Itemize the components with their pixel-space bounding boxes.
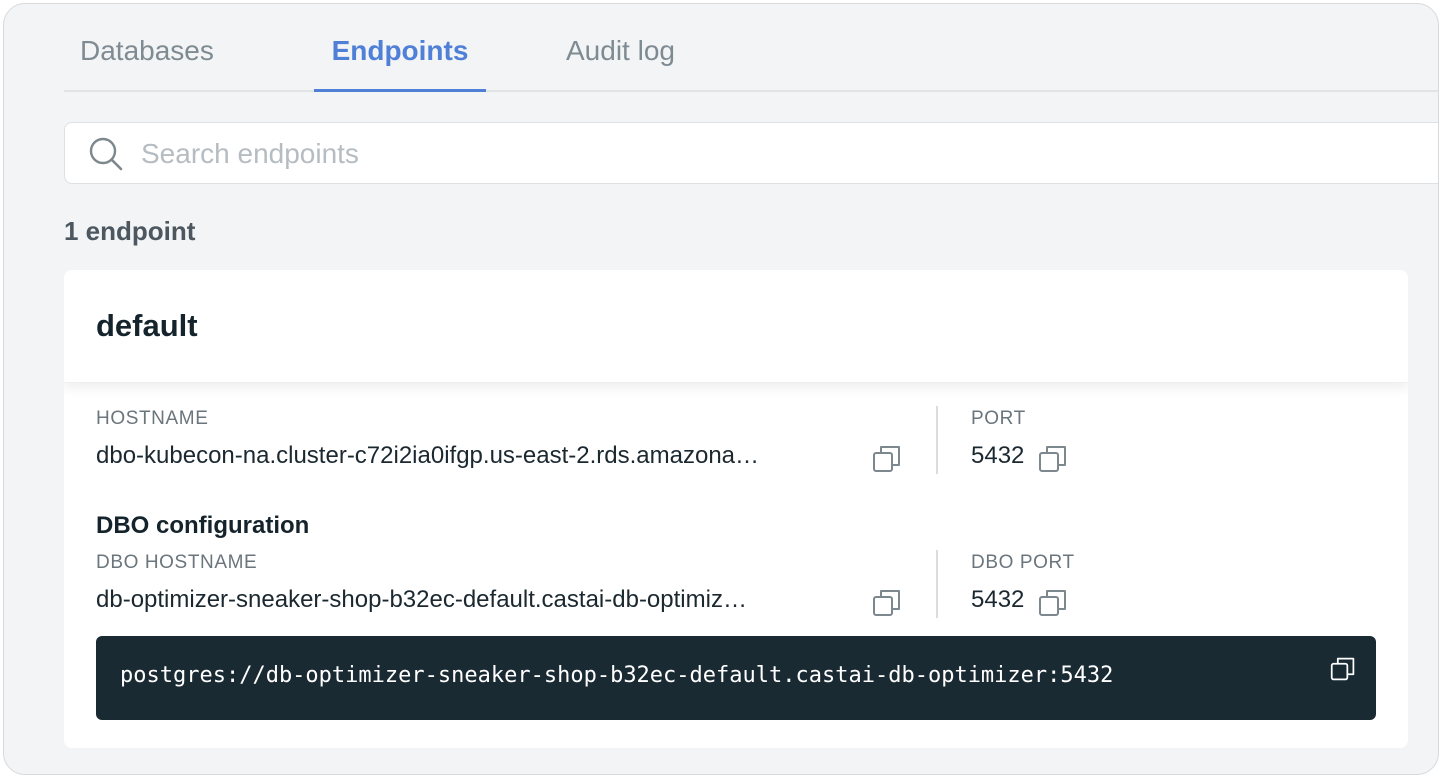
tab-endpoints[interactable]: Endpoints bbox=[314, 4, 486, 92]
dbo-hostname-label: DBO HOSTNAME bbox=[96, 552, 258, 573]
dbo-port-label: DBO PORT bbox=[971, 552, 1075, 573]
copy-icon[interactable] bbox=[1038, 588, 1068, 618]
tab-audit-log[interactable]: Audit log bbox=[566, 4, 706, 90]
search-icon bbox=[89, 137, 123, 171]
port-value: 5432 bbox=[971, 442, 1025, 469]
endpoint-card: default HOSTNAME dbo-kubecon-na.cluster-… bbox=[64, 270, 1408, 748]
hostname-label: HOSTNAME bbox=[96, 408, 209, 429]
search-box[interactable] bbox=[64, 122, 1438, 184]
dbo-port-value: 5432 bbox=[971, 586, 1025, 613]
tab-databases[interactable]: Databases bbox=[80, 4, 240, 90]
column-divider bbox=[936, 550, 938, 618]
hostname-value: dbo-kubecon-na.cluster-c72i2ia0ifgp.us-e… bbox=[96, 442, 760, 469]
dbo-section-title: DBO configuration bbox=[96, 512, 310, 539]
search-input[interactable] bbox=[139, 131, 843, 177]
endpoint-name: default bbox=[96, 308, 198, 343]
endpoint-card-header: default bbox=[64, 270, 1408, 383]
column-divider bbox=[936, 406, 938, 474]
copy-icon[interactable] bbox=[1330, 656, 1356, 682]
endpoint-count: 1 endpoint bbox=[64, 216, 196, 246]
dbo-hostname-value: db-optimizer-sneaker-shop-b32ec-default.… bbox=[96, 586, 747, 613]
copy-icon[interactable] bbox=[872, 588, 902, 618]
connection-string-box: postgres://db-optimizer-sneaker-shop-b32… bbox=[96, 636, 1376, 720]
connection-string: postgres://db-optimizer-sneaker-shop-b32… bbox=[120, 663, 1114, 688]
copy-icon[interactable] bbox=[1038, 444, 1068, 474]
copy-icon[interactable] bbox=[872, 444, 902, 474]
tab-bar: Databases Endpoints Audit log bbox=[64, 4, 1438, 92]
app-window: Databases Endpoints Audit log 1 endpoint… bbox=[3, 3, 1439, 775]
port-label: PORT bbox=[971, 408, 1026, 429]
